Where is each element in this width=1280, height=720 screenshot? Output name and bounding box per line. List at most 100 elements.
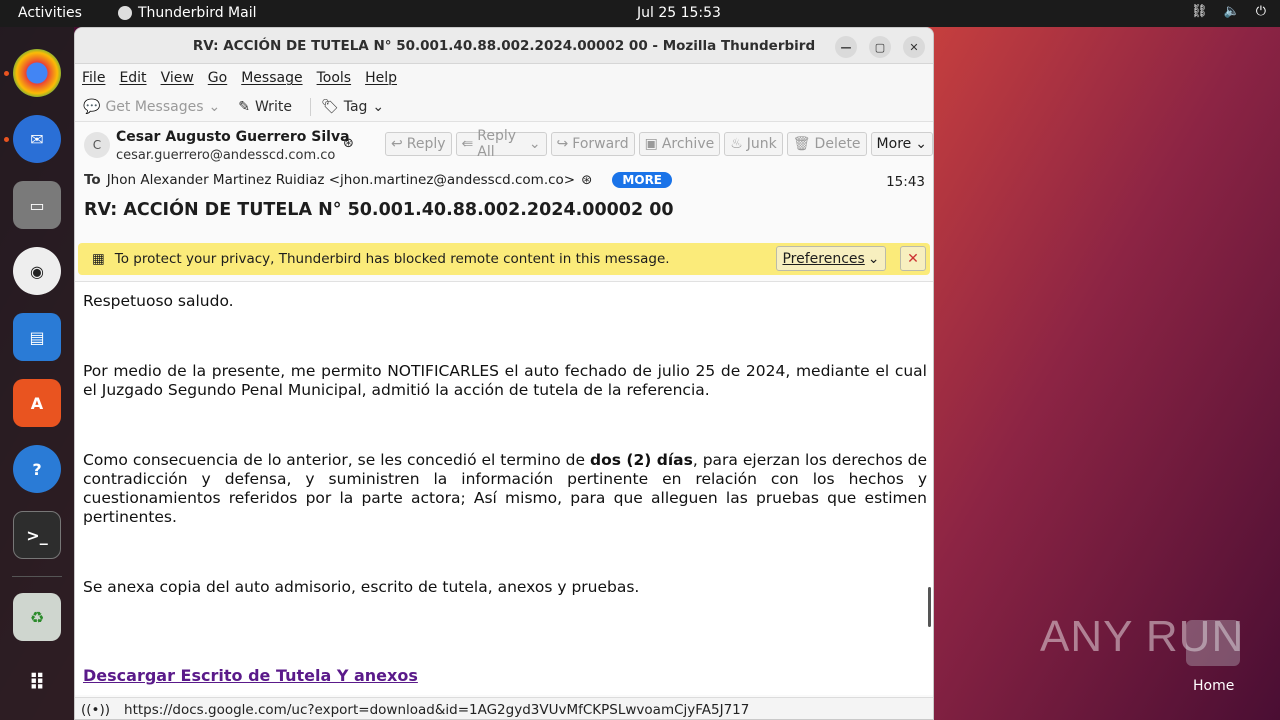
tag-button[interactable]: 🏷 Tag ⌄	[321, 99, 384, 115]
thunderbird-icon	[118, 6, 132, 20]
sender-name[interactable]: Cesar Augusto Guerrero Silva	[116, 129, 350, 145]
reply-all-icon: ⇚	[461, 136, 474, 152]
reply-all-label: Reply All	[477, 128, 517, 160]
close-notice-button[interactable]: ✕	[900, 246, 926, 271]
app-center-icon[interactable]: A	[13, 379, 61, 427]
dock-separator	[12, 576, 62, 577]
paragraph-term-bold: dos (2) días	[590, 451, 693, 469]
window-title: RV: ACCIÓN DE TUTELA N° 50.001.40.88.002…	[192, 37, 816, 54]
volume-icon: 🔈	[1223, 4, 1240, 19]
chrome-icon[interactable]	[13, 49, 61, 97]
menu-go[interactable]: Go	[208, 70, 227, 86]
forward-button[interactable]: ↪ Forward	[550, 132, 635, 156]
chat-bubble-icon: 💬	[83, 98, 101, 115]
pencil-icon: ✎	[238, 98, 250, 115]
menu-message[interactable]: Message	[241, 70, 302, 86]
thunderbird-dock-icon[interactable]: ✉	[13, 115, 61, 163]
remote-content-notice: ▦ To protect your privacy, Thunderbird h…	[78, 243, 930, 275]
help-icon[interactable]: ?	[13, 445, 61, 493]
junk-label: Junk	[746, 136, 777, 152]
to-label: To	[84, 172, 101, 188]
chevron-down-icon: ⌄	[372, 98, 385, 115]
sender-email[interactable]: cesar.guerrero@andesscd.com.co	[116, 148, 335, 163]
archive-icon: ▣	[644, 136, 658, 152]
home-folder-icon[interactable]	[1186, 620, 1240, 666]
paragraph-notification: Por medio de la presente, me permito NOT…	[83, 362, 927, 399]
reply-all-button[interactable]: ⇚ Reply All ⌄	[455, 128, 547, 160]
top-bar: Activities Thunderbird Mail Jul 25 15:53…	[0, 0, 1280, 27]
maximize-button[interactable]: ▢	[869, 36, 891, 58]
paragraph-attachments: Se anexa copia del auto admisorio, escri…	[83, 578, 640, 596]
delete-label: Delete	[814, 136, 861, 152]
files-icon[interactable]: ▭	[13, 181, 61, 229]
get-messages-button[interactable]: 💬 Get Messages ⌄	[83, 99, 220, 115]
activities-button[interactable]: Activities	[18, 5, 82, 21]
chevron-down-icon[interactable]: ⌄	[209, 99, 221, 115]
recipient[interactable]: Jhon Alexander Martinez Ruidiaz <jhon.ma…	[107, 172, 575, 188]
title-bar[interactable]: RV: ACCIÓN DE TUTELA N° 50.001.40.88.002…	[75, 28, 933, 64]
archive-label: Archive	[661, 136, 715, 152]
connection-icon: ((•))	[81, 701, 111, 718]
write-label: Write	[254, 98, 292, 115]
greeting: Respetuoso saludo.	[83, 292, 234, 310]
contact-icon[interactable]: ⊛	[581, 172, 592, 188]
header-buttons: ↩ Reply ⇚ Reply All ⌄ ↪ Forward ▣ Archive ♨ Ju…	[385, 128, 933, 160]
menu-help[interactable]: Help	[365, 70, 397, 86]
forward-icon: ↪	[556, 136, 569, 152]
menu-edit[interactable]: Edit	[119, 70, 146, 86]
app-name: Thunderbird Mail	[138, 5, 257, 21]
thunderbird-window: RV: ACCIÓN DE TUTELA N° 50.001.40.88.002…	[74, 27, 934, 720]
running-indicator	[4, 137, 9, 142]
terminal-icon[interactable]: >_	[13, 511, 61, 559]
get-messages-label: Get Messages	[105, 98, 204, 115]
menu-bar: File Edit View Go Message Tools Help	[75, 64, 933, 92]
menu-file[interactable]: File	[82, 70, 105, 86]
toolbar-separator	[309, 97, 311, 116]
download-link[interactable]: Descargar Escrito de Tutela Y anexos	[83, 666, 418, 685]
message-time: 15:43	[886, 174, 925, 190]
preferences-button[interactable]: Preferences ⌄	[776, 246, 886, 271]
forward-label: Forward	[572, 136, 629, 152]
reply-icon: ↩	[391, 136, 403, 152]
main-toolbar: 💬 Get Messages ⌄ ✎ Write 🏷 Tag ⌄	[75, 92, 933, 122]
preferences-label: Preferences	[782, 250, 865, 267]
more-button[interactable]: More ⌄	[870, 132, 933, 156]
tag-label: Tag	[343, 98, 368, 115]
home-label[interactable]: Home	[1193, 678, 1234, 694]
more-label: More	[876, 136, 912, 152]
status-url: https://docs.google.com/uc?export=downlo…	[124, 701, 750, 718]
message-subject: RV: ACCIÓN DE TUTELA N° 50.001.40.88.002…	[84, 200, 674, 220]
writer-icon[interactable]: ▤	[13, 313, 61, 361]
menu-tools[interactable]: Tools	[317, 70, 352, 86]
chevron-down-icon[interactable]: ⌄	[529, 136, 541, 152]
dock: ✉ ▭ ◉ ▤ A ? >_ ♻ ⠿	[0, 27, 74, 720]
clock[interactable]: Jul 25 15:53	[637, 5, 721, 21]
app-menu[interactable]: Thunderbird Mail	[118, 5, 257, 21]
more-recipients-button[interactable]: MORE	[612, 172, 673, 188]
flame-icon: ♨	[730, 136, 743, 152]
chevron-down-icon: ⌄	[867, 250, 880, 267]
trash-icon[interactable]: ♻	[13, 593, 61, 641]
close-button[interactable]: ✕	[903, 36, 925, 58]
rhythmbox-icon[interactable]: ◉	[13, 247, 61, 295]
reply-label: Reply	[406, 136, 446, 152]
tag-icon: 🏷	[320, 98, 339, 115]
delete-button[interactable]: 🗑 Delete	[786, 132, 867, 156]
trash-can-icon: 🗑	[792, 136, 811, 152]
write-button[interactable]: ✎ Write	[238, 99, 292, 115]
system-tray[interactable]: ⛓ 🔈 ⏻	[1191, 4, 1266, 19]
paragraph-term: Como consecuencia de lo anterior, se les…	[83, 451, 927, 527]
notice-text: To protect your privacy, Thunderbird has…	[114, 251, 670, 267]
reply-button[interactable]: ↩ Reply	[385, 132, 452, 156]
contact-icon[interactable]: ⊛	[343, 136, 354, 151]
show-apps-icon[interactable]: ⠿	[13, 659, 61, 707]
archive-button[interactable]: ▣ Archive	[638, 132, 721, 156]
menu-view[interactable]: View	[161, 70, 194, 86]
minimize-button[interactable]: —	[835, 36, 857, 58]
network-icon: ⛓	[1191, 4, 1208, 19]
scrollbar[interactable]	[928, 587, 931, 627]
blocked-content-icon: ▦	[92, 251, 105, 267]
paragraph-term-start: Como consecuencia de lo anterior, se les…	[83, 451, 590, 469]
status-bar: ((•)) https://docs.google.com/uc?export=…	[75, 697, 933, 719]
junk-button[interactable]: ♨ Junk	[724, 132, 783, 156]
